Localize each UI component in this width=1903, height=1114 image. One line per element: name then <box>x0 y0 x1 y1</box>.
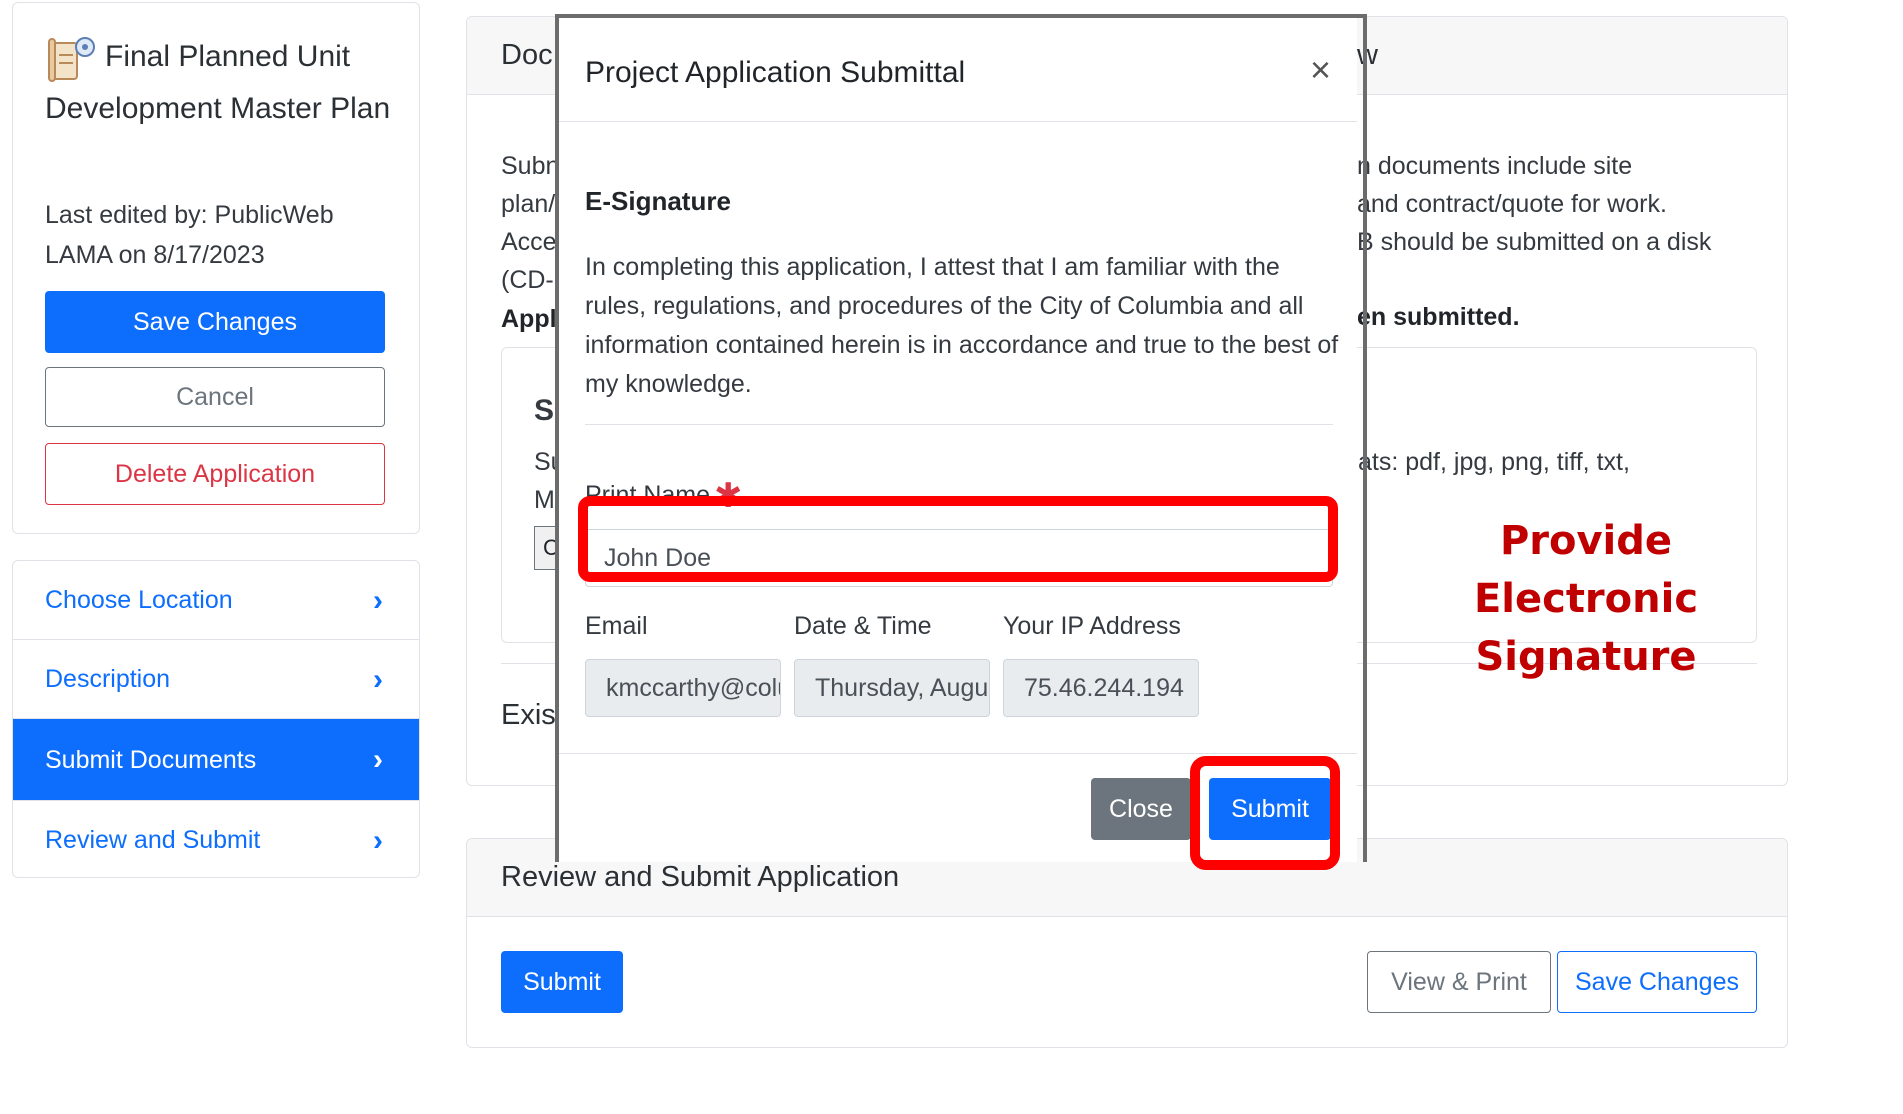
modal-title: Project Application Submittal <box>585 56 966 89</box>
document-gear-icon <box>45 33 101 85</box>
modal-close-button[interactable]: Close <box>1091 778 1191 840</box>
desc-line: B should be submitted on a disk <box>1357 228 1712 256</box>
review-submit-button[interactable]: Submit <box>501 951 623 1013</box>
delete-application-button[interactable]: Delete Application <box>45 443 385 505</box>
ip-address-label: Your IP Address <box>1003 612 1181 640</box>
allowed-formats-text: ats: pdf, jpg, png, tiff, txt, <box>1358 448 1630 476</box>
nav-item-label: Description <box>45 665 171 693</box>
documents-title: Doc <box>501 39 553 71</box>
nav-item-submit-documents[interactable]: Submit Documents › <box>13 719 419 801</box>
nav-item-label: Choose Location <box>45 586 233 614</box>
annotation-text: Provide Electronic Signature <box>1436 512 1736 686</box>
chevron-right-icon: › <box>373 824 383 857</box>
view-print-button[interactable]: View & Print <box>1367 951 1551 1013</box>
nav-item-label: Submit Documents <box>45 746 257 774</box>
nav-item-label: Review and Submit <box>45 826 261 854</box>
upload-section-heading: S <box>534 394 555 427</box>
nav-item-choose-location[interactable]: Choose Location › <box>13 561 419 640</box>
review-save-changes-button[interactable]: Save Changes <box>1557 951 1757 1013</box>
annotation-line: Provide <box>1499 518 1673 564</box>
chevron-right-icon: › <box>373 663 383 696</box>
nav-item-description[interactable]: Description › <box>13 640 419 719</box>
attestation-text: In completing this application, I attest… <box>585 253 1339 398</box>
highlight-submit <box>1190 756 1340 870</box>
application-card: Final Planned Unit Development Master Pl… <box>12 2 420 534</box>
steps-nav: Choose Location › Description › Submit D… <box>12 560 420 878</box>
datetime-label: Date & Time <box>794 612 932 640</box>
close-icon[interactable]: × <box>1310 52 1331 88</box>
datetime-field <box>794 659 990 717</box>
review-submit-card: Review and Submit Application Submit Vie… <box>466 838 1788 1048</box>
modal-footer-divider <box>559 753 1357 754</box>
highlight-print-name <box>578 496 1338 582</box>
chevron-right-icon: › <box>373 584 383 617</box>
esignature-heading: E-Signature <box>585 186 731 216</box>
documents-note-right: en submitted. <box>1357 303 1520 331</box>
chevron-right-icon: › <box>373 743 383 776</box>
upload-section-text: M <box>534 486 555 514</box>
desc-line: n documents include site <box>1357 152 1633 180</box>
last-edited-text: Last edited by: PublicWeb LAMA on 8/17/2… <box>45 201 334 269</box>
annotation-line: Electronic <box>1473 576 1699 622</box>
application-title-row: Final Planned Unit Development Master Pl… <box>45 37 405 129</box>
modal-header: Project Application Submittal × <box>559 18 1357 122</box>
save-changes-button[interactable]: Save Changes <box>45 291 385 353</box>
submittal-modal: Project Application Submittal × E-Signat… <box>559 18 1357 862</box>
email-label: Email <box>585 612 648 640</box>
nav-item-review-and-submit[interactable]: Review and Submit › <box>13 801 419 877</box>
cancel-button[interactable]: Cancel <box>45 367 385 427</box>
desc-line: and contract/quote for work. <box>1357 190 1667 218</box>
divider <box>585 424 1333 425</box>
documents-note-left: Appl <box>501 305 557 333</box>
email-field <box>585 659 781 717</box>
ip-address-field <box>1003 659 1199 717</box>
existing-documents-heading: Exis <box>501 699 556 731</box>
review-title: Review and Submit Application <box>501 861 900 893</box>
documents-description-right: n documents include site and contract/qu… <box>1357 147 1711 261</box>
annotation-line: Signature <box>1475 634 1697 680</box>
